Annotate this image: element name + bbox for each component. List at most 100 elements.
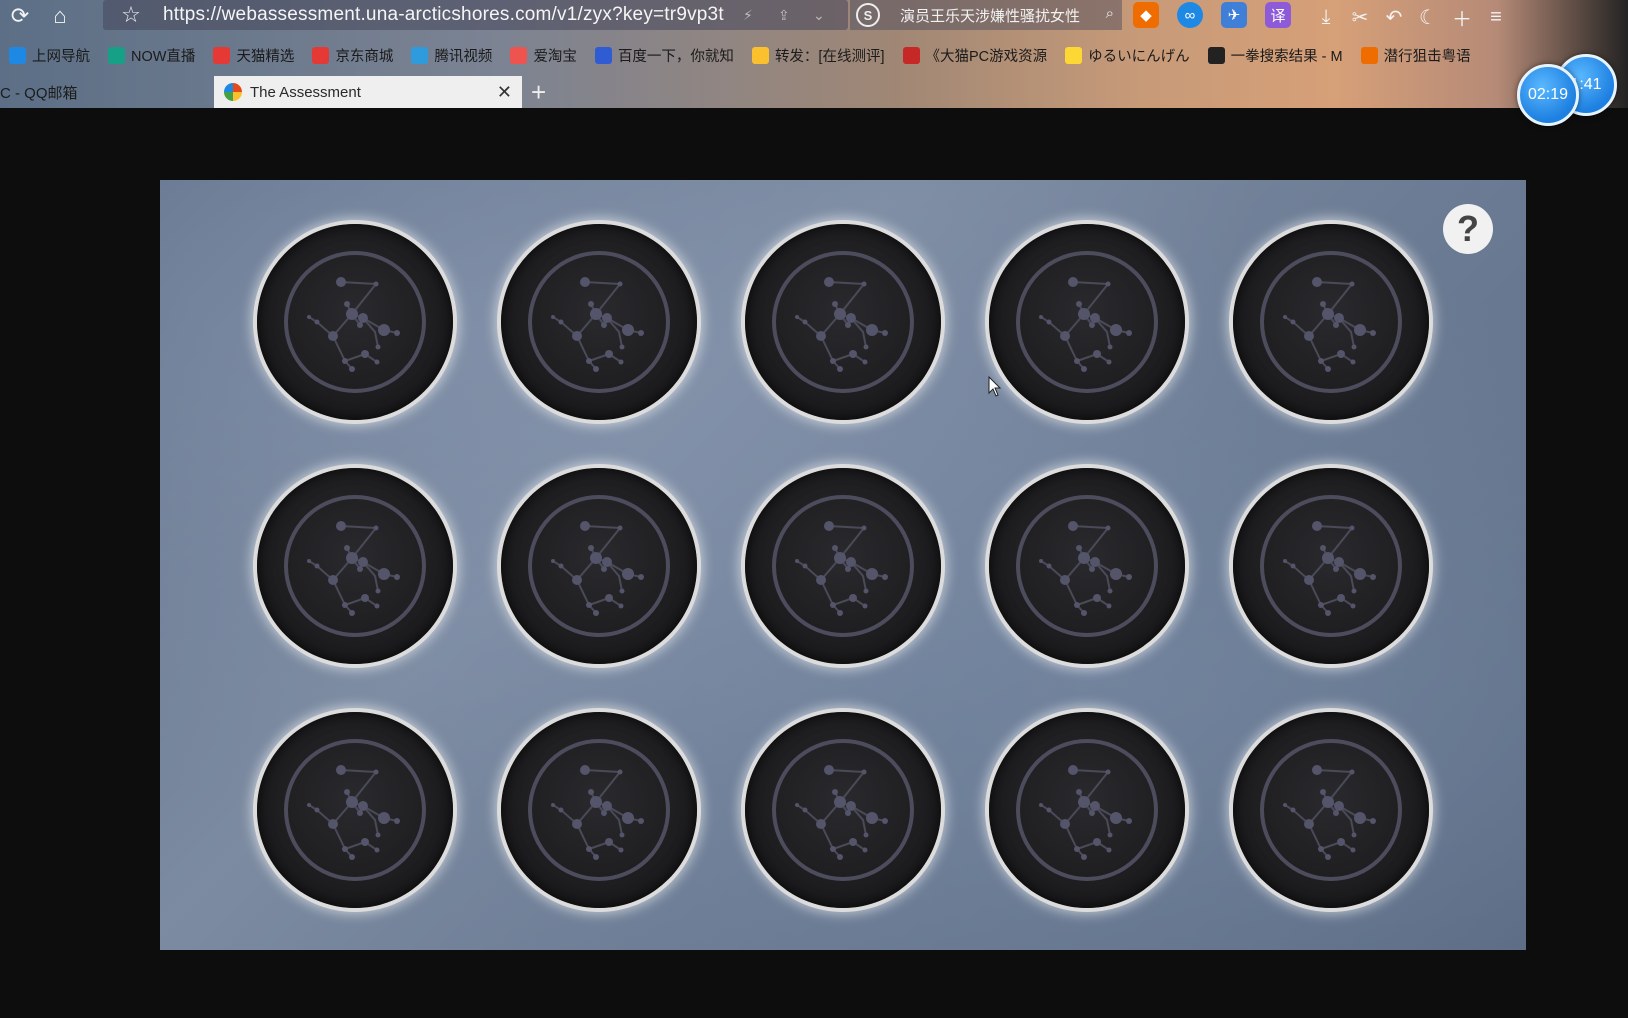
tab-label: The Assessment <box>250 83 361 101</box>
scissors-icon[interactable]: ✂ <box>1343 2 1377 32</box>
bookmark-item[interactable]: 一拳搜索结果 - M <box>1207 45 1343 66</box>
card-tile-1[interactable] <box>257 224 453 420</box>
constellation-icon <box>284 251 426 393</box>
taobao-icon <box>510 46 528 64</box>
game-icon <box>902 46 920 64</box>
bookmark-label: 爱淘宝 <box>533 48 577 65</box>
card-tile-4[interactable] <box>989 224 1185 420</box>
constellation-icon <box>528 739 670 881</box>
infinity-extension-icon[interactable]: ∞ <box>1177 2 1203 28</box>
bookmark-label: 京东商城 <box>335 48 394 65</box>
jd-icon <box>312 46 330 64</box>
bookmark-label: NOW直播 <box>131 48 196 65</box>
assessment-game-area: ? <box>160 180 1526 950</box>
constellation-icon <box>1016 495 1158 637</box>
bookmark-label: 上网导航 <box>32 48 90 65</box>
home-icon[interactable]: ⌂ <box>40 0 80 32</box>
card-tile-8[interactable] <box>745 468 941 664</box>
baidu-icon <box>594 46 612 64</box>
timer-text: 02:19 <box>1527 86 1569 103</box>
plus-icon[interactable]: ＋ <box>1445 2 1479 32</box>
constellation-icon <box>1016 251 1158 393</box>
card-tile-13[interactable] <box>745 712 941 908</box>
card-tile-6[interactable] <box>257 468 453 664</box>
chevron-down-icon[interactable]: ⌄ <box>813 7 825 24</box>
card-tile-7[interactable] <box>501 468 697 664</box>
bilibili-icon <box>1207 46 1225 64</box>
constellation-icon <box>1260 739 1402 881</box>
search-icon[interactable]: ⌕ <box>1106 5 1114 22</box>
constellation-icon <box>772 251 914 393</box>
constellation-icon <box>528 495 670 637</box>
play-icon <box>108 46 125 64</box>
search-input[interactable]: 演员王乐天涉嫌性骚扰女性 <box>900 5 1080 26</box>
bookmark-item[interactable]: 潜行狙击粤语 <box>1360 45 1471 66</box>
bookmark-item[interactable]: NOW直播 <box>108 45 195 66</box>
card-tile-10[interactable] <box>1233 468 1429 664</box>
close-icon[interactable]: ✕ <box>497 82 512 103</box>
address-bar[interactable]: ☆ https://webassessment.una-arcticshores… <box>103 0 848 30</box>
url-text[interactable]: https://webassessment.una-arcticshores.c… <box>163 4 724 26</box>
translate-extension-icon[interactable]: 译 <box>1265 2 1291 28</box>
card-tile-9[interactable] <box>989 468 1185 664</box>
tile-grid <box>257 224 1429 908</box>
cat-icon <box>1065 46 1083 64</box>
bookmark-label: 天猫精选 <box>236 48 295 65</box>
constellation-icon <box>772 495 914 637</box>
bookmark-label: 百度一下，你就知 <box>617 48 734 65</box>
bookmark-item[interactable]: 上网导航 <box>9 45 90 66</box>
bookmark-item[interactable]: 转发：[在线测评] <box>751 45 885 66</box>
constellation-icon <box>284 495 426 637</box>
extension-icons: ◆ ∞ ✈ 译 ⤓ ✂ ↶ ☾ ＋ ≡ <box>1133 2 1513 32</box>
night-mode-icon[interactable]: ☾ <box>1411 2 1445 32</box>
sogou-search-icon[interactable]: S <box>856 3 880 27</box>
card-tile-15[interactable] <box>1233 712 1429 908</box>
tab-strip: C - QQ邮箱 The Assessment ✕ + <box>0 76 1628 108</box>
card-tile-5[interactable] <box>1233 224 1429 420</box>
tab-label: C - QQ邮箱 <box>0 84 78 102</box>
refresh-icon[interactable]: ⟳ <box>0 0 40 32</box>
bookmark-label: 腾讯视频 <box>434 48 493 65</box>
constellation-icon <box>772 739 914 881</box>
help-button[interactable]: ? <box>1443 204 1493 254</box>
bookmark-item[interactable]: 爱淘宝 <box>510 45 577 66</box>
tab-qq-mail[interactable]: C - QQ邮箱 <box>0 76 208 108</box>
bookmark-item[interactable]: 腾讯视频 <box>411 45 492 66</box>
constellation-icon <box>1260 495 1402 637</box>
video-icon <box>411 46 429 64</box>
bookmark-label: 转发：[在线测评] <box>774 48 885 65</box>
tab-the-assessment[interactable]: The Assessment ✕ <box>214 76 522 108</box>
card-tile-11[interactable] <box>257 712 453 908</box>
share-icon[interactable]: ⇪ <box>778 7 790 24</box>
bookmark-label: 一拳搜索结果 - M <box>1230 48 1343 65</box>
share-icon <box>751 46 769 64</box>
constellation-icon <box>284 739 426 881</box>
bookmark-item[interactable]: 天猫精选 <box>213 45 294 66</box>
game-extension-icon[interactable]: ◆ <box>1133 2 1159 28</box>
card-tile-2[interactable] <box>501 224 697 420</box>
new-tab-icon[interactable]: + <box>531 76 546 108</box>
download-icon[interactable]: ⤓ <box>1309 2 1343 32</box>
browser-chrome: ⟳ ⌂ ☆ https://webassessment.una-arcticsh… <box>0 0 1628 108</box>
bookmark-item[interactable]: ゆるいにんげん <box>1065 45 1190 66</box>
card-tile-14[interactable] <box>989 712 1185 908</box>
bird-extension-icon[interactable]: ✈ <box>1221 2 1247 28</box>
favicon-icon <box>224 83 242 101</box>
tmall-icon <box>213 46 231 64</box>
bookmark-star-icon[interactable]: ☆ <box>111 0 151 31</box>
bookmark-item[interactable]: 京东商城 <box>312 45 393 66</box>
menu-icon[interactable]: ≡ <box>1479 2 1513 32</box>
lightning-icon[interactable]: ⚡ <box>743 7 753 24</box>
search-box[interactable]: S 演员王乐天涉嫌性骚扰女性 ⌕ <box>850 0 1122 30</box>
timer-badge[interactable]: 02:19 <box>1517 64 1579 126</box>
undo-icon[interactable]: ↶ <box>1377 2 1411 32</box>
card-tile-3[interactable] <box>745 224 941 420</box>
mouse-cursor-icon <box>988 376 1002 397</box>
constellation-icon <box>528 251 670 393</box>
flag-icon <box>1360 46 1378 64</box>
card-tile-12[interactable] <box>501 712 697 908</box>
bookmarks-bar: 上网导航 NOW直播 天猫精选 京东商城 腾讯视频 爱淘宝 百度一下，你就知 转发：[在线测评… <box>0 40 1628 70</box>
bookmark-item[interactable]: 百度一下，你就知 <box>594 45 734 66</box>
bookmark-item[interactable]: 《大猫PC游戏资源 <box>902 45 1047 66</box>
constellation-icon <box>1016 739 1158 881</box>
